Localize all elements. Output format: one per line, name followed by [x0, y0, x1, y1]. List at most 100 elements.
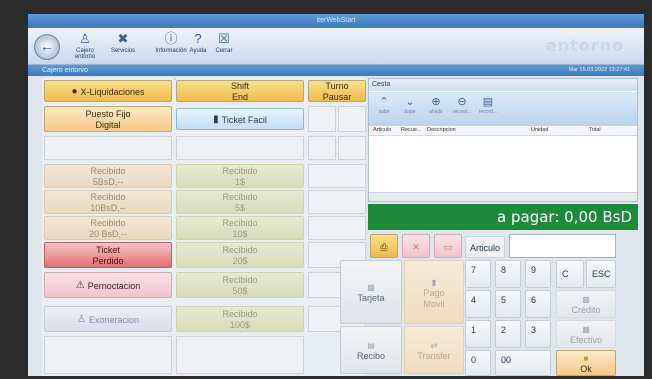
ticket-perdido-label-2: Perdido	[92, 256, 124, 266]
cart-panel: Cesta ⌃ subir ⌄ bajar ⊕ añadir ⊖ record... ▤…	[368, 78, 644, 376]
chevron-up-icon: ⌃	[379, 96, 389, 108]
key-0[interactable]: 0	[465, 350, 491, 376]
ticket-facil-label: Ticket Facil	[221, 115, 267, 125]
recibido-10bsd-button[interactable]: Recibido 10BsD,--	[44, 190, 172, 214]
ribbon-ayuda-button[interactable]: ? Ayuda	[188, 30, 208, 62]
recibido-5bsd-button[interactable]: Recibido 5BsD,--	[44, 164, 172, 188]
articulo-label: Articulo	[465, 236, 505, 258]
column-header: Articulo	[373, 127, 392, 133]
ribbon-servicios-button[interactable]: ✖ Servicios	[108, 30, 138, 62]
recibido-20bsd-button[interactable]: Recibido 20 BsD,--	[44, 216, 172, 240]
pernoctacion-button[interactable]: ⚠ Pernoctacion	[44, 272, 172, 298]
tool-label: bajar	[404, 109, 416, 115]
recibido-label: Recibido	[222, 245, 258, 255]
bajar-button[interactable]: ⌄ bajar	[399, 95, 421, 115]
recibido-10usd-button[interactable]: Recibido 10$	[176, 216, 304, 240]
recibido-amount: 50$	[232, 286, 248, 296]
ticket-perdido-button[interactable]: Ticket Perdido	[44, 242, 172, 268]
coins-icon: ●	[71, 86, 78, 97]
recibido-label: Recibido	[222, 192, 258, 202]
key-6[interactable]: 6	[525, 290, 551, 318]
empty-cell	[308, 216, 366, 240]
recibido-amount: 100$	[229, 320, 251, 330]
credito-button[interactable]: ▩ Crédito	[556, 290, 616, 318]
empty-cell	[308, 190, 366, 214]
puesto-fijo-button[interactable]: Puesto Fijo Digital	[44, 106, 172, 132]
efectivo-label: Efectivo	[569, 335, 602, 345]
delete-button[interactable]: ✕	[402, 234, 430, 258]
cesta-columns: Articulo Recue... Descripcion Unidad Tot…	[369, 127, 637, 136]
ribbon-cajero-label: Cajero entorno	[74, 48, 96, 60]
x-liquidaciones-button[interactable]: ● X-Liquidaciones	[44, 80, 172, 102]
turno-pausar-button[interactable]: Turno Pausar	[308, 80, 366, 102]
recibido-1usd-button[interactable]: Recibido 1$	[176, 164, 304, 188]
button-grid: ● X-Liquidaciones Shift End Turno Pausar…	[42, 78, 366, 376]
trash-button[interactable]: ▭	[434, 234, 462, 258]
credito-label: Crédito	[571, 305, 601, 315]
subir-button[interactable]: ⌃ subir	[373, 95, 395, 115]
record-button-1[interactable]: ⊖ record...	[451, 95, 473, 115]
empty-cell	[176, 136, 304, 160]
amount-due-value: 0,00 BsD	[564, 208, 632, 226]
recibido-amount: 20 BsD,--	[88, 229, 127, 239]
back-button[interactable]: ←	[34, 34, 60, 60]
key-8[interactable]: 8	[495, 260, 521, 288]
check-icon: ■	[583, 354, 589, 363]
plus-icon: ⊕	[431, 96, 441, 108]
key-3[interactable]: 3	[525, 320, 551, 348]
print-button[interactable]: ⎙	[370, 234, 398, 258]
efectivo-button[interactable]: ▩ Efectivo	[556, 320, 616, 348]
key-9[interactable]: 9	[525, 260, 551, 288]
session-bar: Cajero entorvo Mar 15.03.2022 13:27:41	[28, 65, 644, 76]
empty-cell	[44, 336, 172, 374]
ribbon-cajero-button[interactable]: ♙ Cajero entorno	[68, 30, 102, 62]
window-title: iterWebStart	[28, 14, 644, 28]
record-button-2[interactable]: ▤ record...	[477, 95, 499, 115]
session-title: Cajero entorvo	[42, 67, 88, 74]
recibido-100usd-button[interactable]: Recibido 100$	[176, 306, 304, 332]
ticket-facil-button[interactable]: ▮ Ticket Facil	[176, 108, 304, 130]
empty-cell	[308, 136, 336, 160]
key-5[interactable]: 5	[495, 290, 521, 318]
cesta-scrollbar[interactable]	[369, 192, 637, 201]
exoneracion-button[interactable]: ♙ Exoneracion	[44, 306, 172, 332]
exoneracion-label: Exoneracion	[88, 315, 139, 325]
key-4[interactable]: 4	[465, 290, 491, 318]
ticket-icon: ▮	[213, 114, 219, 125]
ribbon-toolbar: ← ♙ Cajero entorno ✖ Servicios ⓘ Informa…	[28, 28, 644, 65]
articulo-input[interactable]	[509, 234, 616, 258]
recibido-5usd-button[interactable]: Recibido 5$	[176, 190, 304, 214]
tool-label: subir	[378, 109, 390, 115]
ok-button[interactable]: ■ Ok	[556, 350, 616, 376]
recibido-amount: 5$	[234, 203, 245, 213]
key-c[interactable]: C	[556, 260, 584, 288]
key-00[interactable]: 00	[495, 350, 551, 376]
help-icon: ⓘ	[164, 31, 178, 46]
column-header: Descripcion	[427, 127, 456, 133]
key-2[interactable]: 2	[495, 320, 521, 348]
recibido-50usd-button[interactable]: Recibido 50$	[176, 272, 304, 298]
x-liquidaciones-label: X-Liquidaciones	[80, 87, 145, 97]
shift-end-button[interactable]: Shift End	[176, 80, 304, 102]
document-icon: ▤	[482, 96, 494, 108]
key-1[interactable]: 1	[465, 320, 491, 348]
ribbon-cerrar-button[interactable]: ☒ Cerrar	[214, 30, 234, 62]
recibido-label: Recibido	[222, 309, 258, 319]
key-7[interactable]: 7	[465, 260, 491, 288]
key-esc[interactable]: ESC	[586, 260, 616, 288]
ticket-perdido-label-1: Ticket	[96, 245, 120, 255]
tool-label: añadir	[429, 109, 443, 115]
empty-cell	[308, 164, 366, 188]
puesto-fijo-label-2: Digital	[95, 120, 121, 130]
anadir-button[interactable]: ⊕ añadir	[425, 95, 447, 115]
empty-cell	[44, 136, 172, 160]
ribbon-informacion-button[interactable]: ⓘ Información	[154, 30, 188, 62]
recibido-label: Recibido	[90, 192, 126, 202]
recibido-20usd-button[interactable]: Recibido 20$	[176, 242, 304, 268]
app-logo: entorno	[545, 36, 624, 55]
tools-icon: ✖	[117, 31, 129, 46]
cash-icon: ▩	[582, 325, 590, 334]
amount-due-label: a pagar:	[497, 208, 560, 226]
arrow-left-icon: ←	[40, 38, 54, 54]
user-icon: ♙	[79, 31, 91, 46]
